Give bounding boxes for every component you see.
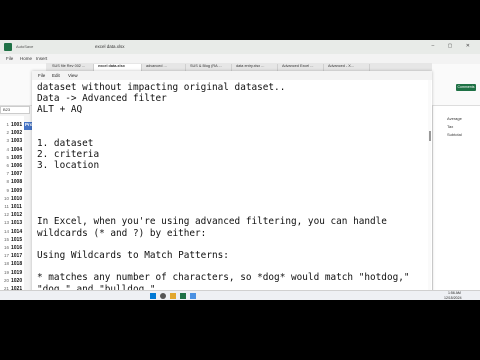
text-line <box>37 205 427 216</box>
text-line <box>37 127 427 138</box>
cell[interactable]: 1005 <box>11 155 24 161</box>
search-icon[interactable] <box>160 293 166 299</box>
autosave-toggle[interactable]: AutoSave <box>16 44 33 49</box>
row-header[interactable]: 3 <box>0 138 9 143</box>
row-header[interactable]: 14 <box>0 229 9 234</box>
tab-item[interactable]: Advanced - X... <box>324 64 370 71</box>
row-header[interactable]: 16 <box>0 245 9 250</box>
cell[interactable]: 1013 <box>11 220 24 226</box>
text-line: 3. location <box>37 160 100 172</box>
cell[interactable]: 1015 <box>11 237 24 243</box>
row-header[interactable]: 4 <box>0 147 9 152</box>
pane-value: Tax <box>447 124 454 129</box>
menu-file[interactable]: File <box>38 73 45 78</box>
row-header[interactable]: 7 <box>0 171 9 176</box>
menu-view[interactable]: View <box>68 73 78 78</box>
menu-edit[interactable]: Edit <box>52 73 60 78</box>
notepad-taskbar-icon[interactable] <box>190 293 196 299</box>
clock-date[interactable]: 12/15/2024 <box>444 296 462 300</box>
row-header[interactable]: 13 <box>0 220 9 225</box>
text-line <box>37 239 427 250</box>
cell[interactable]: 1007 <box>11 171 24 177</box>
row-header[interactable]: 6 <box>0 163 9 168</box>
excel-right-pane: Average Tax Subtotal <box>432 106 480 292</box>
tab-item[interactable]: data entry.xlsx ... <box>232 64 278 71</box>
window-controls[interactable]: – ▢ ✕ <box>432 43 476 49</box>
pane-value: Average <box>447 116 462 121</box>
row-header[interactable]: 9 <box>0 188 9 193</box>
text-line: ALT + AQ <box>37 104 83 116</box>
cell[interactable]: 1019 <box>11 270 24 276</box>
text-line: 2. criteria <box>37 149 100 161</box>
cell[interactable]: 1002 <box>11 130 24 136</box>
row-header[interactable]: 18 <box>0 261 9 266</box>
start-icon[interactable] <box>150 293 156 299</box>
text-line <box>37 183 427 194</box>
row-header[interactable]: 2 <box>0 130 9 135</box>
cell[interactable]: 1017 <box>11 253 24 259</box>
name-box[interactable]: B23 <box>0 106 30 114</box>
screen-frame: AutoSave excel data.xlsx – ▢ ✕ File Home… <box>0 40 480 300</box>
tab-item[interactable]: SUS & Blog (RA ... <box>186 64 232 71</box>
excel-taskbar-icon[interactable] <box>180 293 186 299</box>
row-header[interactable]: 11 <box>0 204 9 209</box>
row-header[interactable]: 12 <box>0 212 9 217</box>
ribbon-tab[interactable]: Insert <box>36 56 47 61</box>
cell[interactable]: 1012 <box>11 212 24 218</box>
text-line: wildcards (* and ?) by either: <box>37 227 207 239</box>
row-header[interactable]: 8 <box>0 179 9 184</box>
row-header[interactable]: 10 <box>0 196 9 201</box>
row-header[interactable]: 17 <box>0 253 9 258</box>
tab-item[interactable]: SUS file Rev 002 ... <box>48 64 94 71</box>
tab-item[interactable]: Advanced Excel ... <box>278 64 324 71</box>
vertical-scrollbar[interactable] <box>428 80 431 300</box>
cell[interactable]: 1016 <box>11 245 24 251</box>
pane-value: Subtotal <box>447 132 462 137</box>
excel-icon <box>4 43 12 51</box>
cell[interactable]: 1009 <box>11 188 24 194</box>
row-header[interactable]: 19 <box>0 270 9 275</box>
cell[interactable]: 1018 <box>11 261 24 267</box>
clock-time[interactable]: 1:56 AM <box>448 291 461 295</box>
text-line: Data -> Advanced filter <box>37 93 167 105</box>
text-line: In Excel, when you're using advanced fil… <box>37 216 387 228</box>
text-line: dataset without impacting original datas… <box>37 82 286 93</box>
cell[interactable]: 1004 <box>11 147 24 153</box>
ribbon-tab[interactable]: File <box>6 56 13 61</box>
cell[interactable]: 1001 <box>11 122 24 128</box>
row-header[interactable]: 1 <box>0 122 9 127</box>
notepad-window: File Edit View dataset without impacting… <box>32 71 432 300</box>
file-explorer-icon[interactable] <box>170 293 176 299</box>
taskbar: 1:56 AM 12/15/2024 <box>0 290 480 300</box>
text-line: Using Wildcards to Match Patterns: <box>37 250 229 262</box>
row-header[interactable]: 5 <box>0 155 9 160</box>
text-line: 1. dataset <box>37 138 94 150</box>
cell[interactable]: 1014 <box>11 229 24 235</box>
cell[interactable]: 1011 <box>11 204 24 210</box>
text-line <box>37 116 427 127</box>
excel-grid[interactable]: 1 1001 2 1002 3 1003 4 1004 5 1005 6 1006 7 1007 8 1008… <box>0 116 24 300</box>
text-line <box>37 194 427 205</box>
text-line <box>37 172 427 183</box>
row-header[interactable]: 15 <box>0 237 9 242</box>
cell[interactable]: 1006 <box>11 163 24 169</box>
tab-item[interactable]: advanced ... <box>142 64 186 71</box>
scrollbar-thumb[interactable] <box>429 131 431 141</box>
notepad-text-area[interactable]: dataset without impacting original datas… <box>37 82 427 296</box>
cell[interactable]: 1010 <box>11 196 24 202</box>
ribbon-tab[interactable]: Home <box>20 56 32 61</box>
notepad-menu-bar: File Edit View <box>32 71 432 80</box>
cell[interactable]: 1020 <box>11 278 24 284</box>
cell[interactable]: 1003 <box>11 138 24 144</box>
text-line <box>37 261 427 272</box>
comments-button[interactable]: Comments <box>456 84 476 91</box>
excel-file-name: excel data.xlsx <box>95 44 125 49</box>
text-line: * matches any number of characters, so *… <box>37 272 410 284</box>
row-header[interactable]: 20 <box>0 278 9 283</box>
cell[interactable]: 1008 <box>11 179 24 185</box>
notepad-tab-strip: SUS file Rev 002 ... excel data.xlsx adv… <box>46 63 432 71</box>
tab-item-active[interactable]: excel data.xlsx <box>94 64 142 71</box>
excel-title-bar: AutoSave excel data.xlsx – ▢ ✕ <box>0 40 480 54</box>
